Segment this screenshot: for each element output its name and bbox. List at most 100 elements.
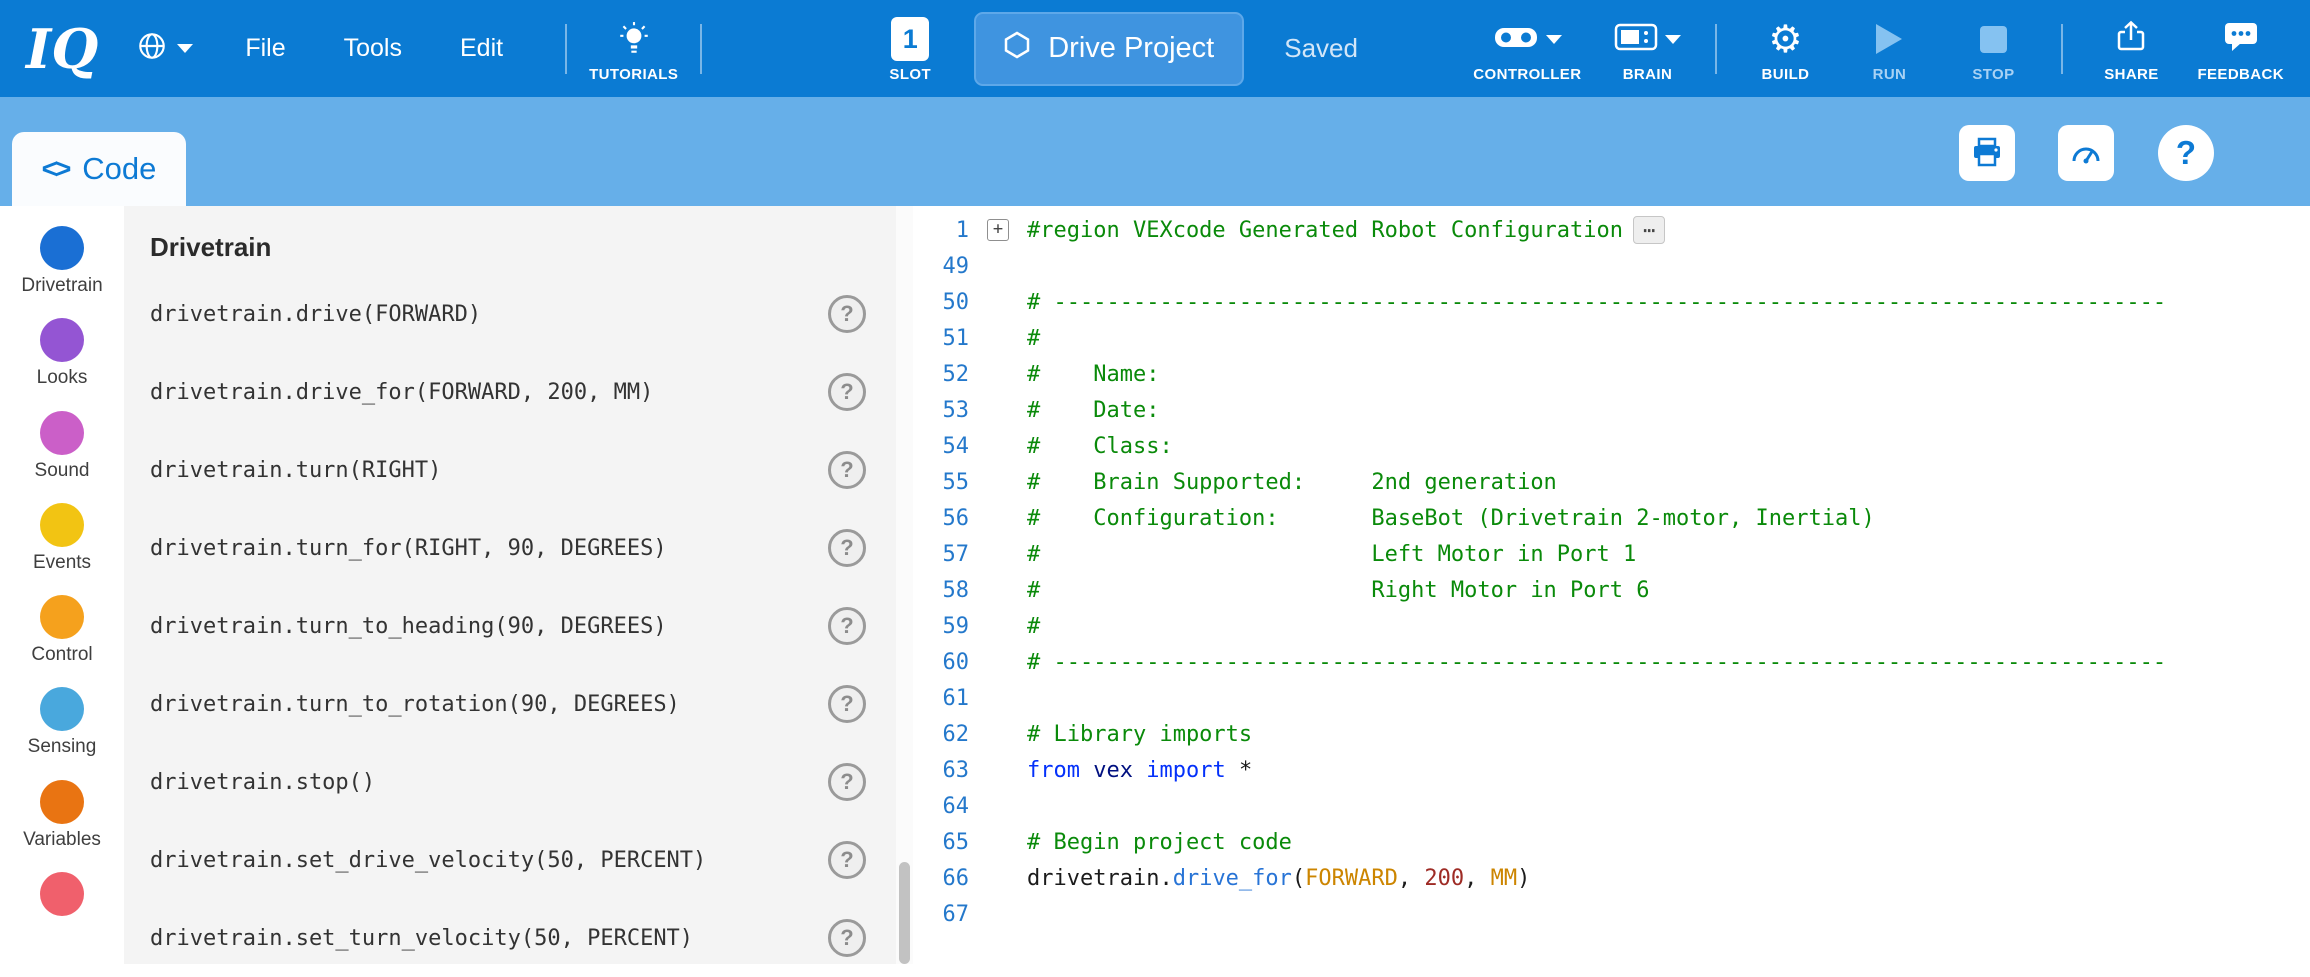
controller-button[interactable]: CONTROLLER — [1473, 14, 1581, 83]
category-color-dot — [40, 687, 84, 731]
command-item[interactable]: drivetrain.turn_for(RIGHT, 90, DEGREES)? — [150, 509, 896, 587]
command-item[interactable]: drivetrain.set_drive_velocity(50, PERCEN… — [150, 821, 896, 899]
brain-button[interactable]: BRAIN — [1609, 14, 1685, 83]
line-number: 58 — [913, 578, 969, 603]
print-icon — [1971, 136, 2003, 171]
category-sound[interactable]: Sound — [0, 411, 124, 503]
category-control[interactable]: Control — [0, 595, 124, 687]
command-help-button[interactable]: ? — [828, 529, 866, 567]
command-item[interactable]: drivetrain.drive_for(FORWARD, 200, MM)? — [150, 353, 896, 431]
category-partial[interactable] — [0, 872, 124, 964]
category-sensing[interactable]: Sensing — [0, 687, 124, 779]
folded-region-chip[interactable]: ⋯ — [1633, 216, 1665, 244]
command-text: drivetrain.turn_for(RIGHT, 90, DEGREES) — [150, 536, 667, 561]
command-text: drivetrain.drive_for(FORWARD, 200, MM) — [150, 380, 653, 405]
command-help-button[interactable]: ? — [828, 373, 866, 411]
divider — [700, 24, 702, 74]
tab-code[interactable]: <> Code — [12, 132, 186, 206]
feedback-button[interactable]: FEEDBACK — [2197, 14, 2284, 83]
run-button[interactable]: RUN — [1851, 14, 1927, 83]
command-item[interactable]: drivetrain.turn_to_heading(90, DEGREES)? — [150, 587, 896, 665]
command-help-button[interactable]: ? — [828, 607, 866, 645]
code-line: 52# Name: — [913, 356, 2310, 392]
line-number: 56 — [913, 506, 969, 531]
language-button[interactable] — [136, 30, 193, 67]
code-line: 65# Begin project code — [913, 824, 2310, 860]
category-color-dot — [40, 226, 84, 270]
share-icon — [2114, 20, 2148, 59]
category-looks[interactable]: Looks — [0, 318, 124, 410]
line-number: 55 — [913, 470, 969, 495]
category-label: Looks — [37, 367, 88, 389]
dashboard-button[interactable] — [2058, 125, 2114, 181]
command-item[interactable]: drivetrain.turn_to_rotation(90, DEGREES)… — [150, 665, 896, 743]
build-label: BUILD — [1762, 66, 1810, 83]
code-brackets-icon: <> — [42, 153, 69, 185]
code-text: # Configuration: BaseBot (Drivetrain 2-m… — [1027, 506, 1875, 531]
code-text: # — [1027, 326, 1040, 351]
top-menu-bar: IQ File Tools Edit TUT — [0, 0, 2310, 97]
line-number: 52 — [913, 362, 969, 387]
chevron-down-icon — [1665, 35, 1681, 44]
share-button[interactable]: SHARE — [2093, 14, 2169, 83]
help-icon: ? — [2176, 134, 2196, 172]
stop-button[interactable]: STOP — [1955, 14, 2031, 83]
command-help-button[interactable]: ? — [828, 841, 866, 879]
command-text: drivetrain.drive(FORWARD) — [150, 302, 481, 327]
device-actions: CONTROLLER BRAIN ⚙︎ BUILD RU — [1473, 14, 2284, 83]
play-icon — [1876, 24, 1902, 54]
command-item[interactable]: drivetrain.turn(RIGHT)? — [150, 431, 896, 509]
command-help-button[interactable]: ? — [828, 295, 866, 333]
tab-code-label: Code — [82, 151, 156, 187]
category-label: Events — [33, 552, 91, 574]
code-lines: 1+#region VEXcode Generated Robot Config… — [913, 212, 2310, 932]
menu-tools[interactable]: Tools — [326, 34, 420, 63]
menu-bar: File Tools Edit — [227, 34, 543, 63]
command-item[interactable]: drivetrain.stop()? — [150, 743, 896, 821]
menu-edit[interactable]: Edit — [442, 34, 521, 63]
fold-toggle-icon[interactable]: + — [987, 219, 1009, 241]
share-label: SHARE — [2104, 66, 2159, 83]
line-number: 1 — [913, 218, 969, 243]
save-status: Saved — [1284, 33, 1358, 64]
command-help-button[interactable]: ? — [828, 919, 866, 957]
code-line: 63from vex import * — [913, 752, 2310, 788]
command-panel-title: Drivetrain — [150, 232, 896, 263]
category-variables[interactable]: Variables — [0, 780, 124, 872]
code-editor[interactable]: 1+#region VEXcode Generated Robot Config… — [913, 206, 2310, 964]
code-line: 55# Brain Supported: 2nd generation — [913, 464, 2310, 500]
category-drivetrain[interactable]: Drivetrain — [0, 226, 124, 318]
code-line: 59# — [913, 608, 2310, 644]
tutorials-button[interactable]: TUTORIALS — [589, 14, 678, 83]
category-color-dot — [40, 780, 84, 824]
command-help-button[interactable]: ? — [828, 451, 866, 489]
command-panel: Drivetrain drivetrain.drive(FORWARD)?dri… — [124, 206, 896, 964]
code-text: # --------------------------------------… — [1027, 290, 2166, 315]
stop-icon — [1980, 26, 2007, 53]
help-button[interactable]: ? — [2158, 125, 2214, 181]
build-button[interactable]: ⚙︎ BUILD — [1747, 14, 1823, 83]
project-name-button[interactable]: Drive Project — [974, 12, 1244, 86]
command-help-button[interactable]: ? — [828, 763, 866, 801]
slot-number: 1 — [891, 17, 929, 61]
run-label: RUN — [1873, 66, 1907, 83]
panel-scrollbar[interactable] — [896, 206, 913, 964]
category-events[interactable]: Events — [0, 503, 124, 595]
command-help-button[interactable]: ? — [828, 685, 866, 723]
menu-file[interactable]: File — [227, 34, 303, 63]
category-color-dot — [40, 411, 84, 455]
line-number: 61 — [913, 686, 969, 711]
category-label: Sensing — [28, 736, 97, 758]
code-line: 57# Left Motor in Port 1 — [913, 536, 2310, 572]
scrollbar-thumb[interactable] — [899, 862, 910, 964]
code-line: 49 — [913, 248, 2310, 284]
slot-button[interactable]: 1 SLOT — [872, 14, 948, 83]
print-button[interactable] — [1959, 125, 2015, 181]
code-line: 54# Class: — [913, 428, 2310, 464]
code-text: # --------------------------------------… — [1027, 650, 2166, 675]
command-item[interactable]: drivetrain.drive(FORWARD)? — [150, 275, 896, 353]
line-number: 59 — [913, 614, 969, 639]
code-text: # Right Motor in Port 6 — [1027, 578, 1650, 603]
command-item[interactable]: drivetrain.set_turn_velocity(50, PERCENT… — [150, 899, 896, 977]
line-number: 51 — [913, 326, 969, 351]
